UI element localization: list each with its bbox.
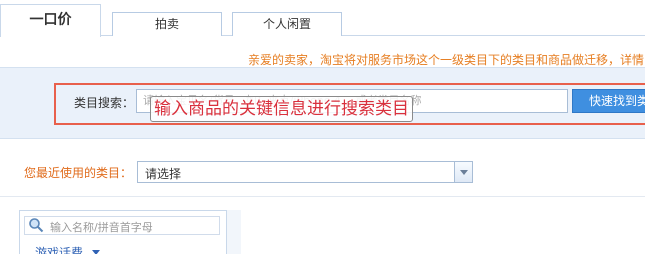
recent-category-select[interactable]: 请选择 (137, 161, 473, 183)
search-label: 类目搜索： (74, 96, 135, 110)
chevron-down-icon[interactable] (92, 250, 100, 254)
search-icon (29, 218, 44, 233)
category-filter-placeholder: 输入名称/拼音首字母 (50, 221, 153, 234)
search-annotation-caption: 输入商品的关键信息进行搜索类目 (150, 96, 413, 122)
category-item-games-topup[interactable]: 游戏话费 (35, 244, 83, 254)
tab-auction[interactable]: 拍卖 (112, 12, 222, 36)
divider (0, 196, 645, 197)
category-panel-scrollbar[interactable] (226, 210, 241, 254)
dropdown-arrow-icon[interactable] (454, 162, 472, 182)
recent-category-value: 请选择 (145, 167, 182, 181)
tab-fixed-price[interactable]: 一口价 (0, 4, 101, 37)
tab-personal-idle[interactable]: 个人闲置 (232, 12, 342, 36)
quick-find-category-button[interactable]: 快速找到类目 (572, 89, 645, 113)
migration-notice: 亲爱的卖家，淘宝将对服务市场这个一级类目下的类目和商品做迁移，详情 (248, 53, 645, 67)
recent-category-label: 您最近使用的类目： (24, 166, 133, 180)
